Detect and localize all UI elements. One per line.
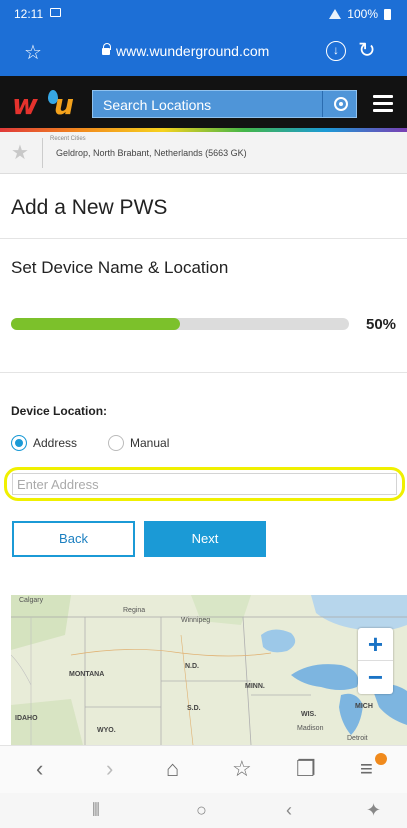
url-text[interactable]: www.wunderground.com [116, 43, 269, 59]
notification-badge [375, 753, 387, 765]
recent-cities-label: Recent Cities [50, 136, 86, 142]
browser-url-bar: ☆ www.wunderground.com ↓ ↻ [0, 28, 407, 76]
map-label-minn: MINN. [245, 683, 265, 690]
forward-icon[interactable]: › [106, 758, 113, 780]
map-zoom-control: + − [358, 628, 393, 694]
radio-address[interactable]: Address [11, 435, 101, 451]
browser-menu-icon[interactable]: ≡ [360, 758, 373, 780]
map-label-detroit: Detroit [347, 735, 368, 742]
radio-selected-icon[interactable] [11, 435, 27, 451]
status-right: 100% [329, 7, 391, 21]
recent-cities-bar: ★ Recent Cities Geldrop, North Brabant, … [0, 132, 407, 174]
search-locations-input[interactable]: Search Locations [92, 90, 357, 118]
address-input[interactable] [12, 473, 397, 495]
radio-unselected-icon[interactable] [108, 435, 124, 451]
recent-city-link[interactable]: Geldrop, North Brabant, Netherlands (566… [56, 148, 247, 158]
search-placeholder: Search Locations [103, 97, 212, 113]
step-title: Set Device Name & Location [11, 258, 229, 277]
status-bar: 12:11 100% [0, 0, 407, 28]
browser-toolbar: ‹ › ⌂ ☆ ❐ ≡ [0, 745, 407, 793]
home-icon[interactable]: ⌂ [166, 758, 179, 780]
map-label-wyo: WYO. [97, 727, 116, 734]
device-location-label: Device Location: [11, 404, 108, 418]
tabs-icon[interactable]: ❐ [296, 758, 316, 780]
search-divider [322, 91, 323, 117]
map-label-mich: MICH [355, 703, 373, 710]
site-header: w u Search Locations [0, 76, 407, 132]
progress-fill [11, 318, 180, 330]
favorite-star-icon[interactable]: ★ [11, 140, 29, 165]
battery-icon [384, 8, 391, 20]
location-map[interactable]: Calgary Regina Winnipeg MONTANA N.D. MIN… [11, 595, 407, 745]
lock-icon[interactable] [102, 43, 111, 55]
next-button[interactable]: Next [144, 521, 266, 557]
recent-divider [42, 138, 43, 168]
logo-w-glyph: w [12, 88, 38, 121]
back-icon[interactable]: ‹ [36, 758, 43, 780]
status-time: 12:11 [14, 7, 44, 21]
map-label-madison: Madison [297, 725, 324, 732]
map-label-winnipeg: Winnipeg [181, 617, 211, 624]
home-button-icon[interactable]: ○ [196, 801, 207, 819]
zoom-in-button[interactable]: + [358, 628, 393, 661]
reload-icon[interactable]: ↻ [358, 38, 376, 63]
download-icon[interactable]: ↓ [326, 41, 346, 61]
map-label-calgary: Calgary [19, 597, 44, 604]
bookmarks-icon[interactable]: ☆ [232, 758, 252, 780]
page-title: Add a New PWS [11, 196, 168, 219]
system-nav-bar: ⦀ ○ ‹ ✦ [0, 793, 407, 828]
gallery-notification-icon [50, 8, 61, 17]
progress-bar [11, 318, 349, 330]
map-label-idaho: IDAHO [15, 715, 38, 722]
progress-percent: 50% [366, 316, 397, 333]
map-label-montana: MONTANA [69, 671, 105, 678]
map-label-regina: Regina [123, 607, 146, 614]
map-label-nd: N.D. [185, 663, 199, 670]
hamburger-menu-icon[interactable] [373, 95, 393, 113]
recent-apps-icon[interactable]: ⦀ [92, 801, 100, 819]
logo-u-glyph: u [54, 88, 74, 121]
radio-manual-label[interactable]: Manual [130, 436, 169, 450]
back-button[interactable]: Back [12, 521, 135, 557]
radio-address-label[interactable]: Address [33, 436, 77, 450]
map-label-wis: WIS. [301, 711, 317, 718]
map-label-sd: S.D. [187, 705, 201, 712]
address-field-highlight [4, 467, 405, 501]
current-location-icon[interactable] [334, 97, 348, 111]
radio-manual[interactable]: Manual [108, 435, 198, 451]
divider [0, 238, 407, 239]
system-back-icon[interactable]: ‹ [286, 801, 292, 819]
divider [0, 372, 407, 373]
zoom-out-button[interactable]: − [358, 661, 393, 694]
accessibility-icon[interactable]: ✦ [366, 801, 381, 819]
wifi-signal-icon [329, 9, 342, 19]
bookmark-star-icon[interactable]: ☆ [24, 40, 42, 65]
wu-logo[interactable]: w u [12, 88, 74, 121]
battery-level: 100% [347, 7, 378, 21]
